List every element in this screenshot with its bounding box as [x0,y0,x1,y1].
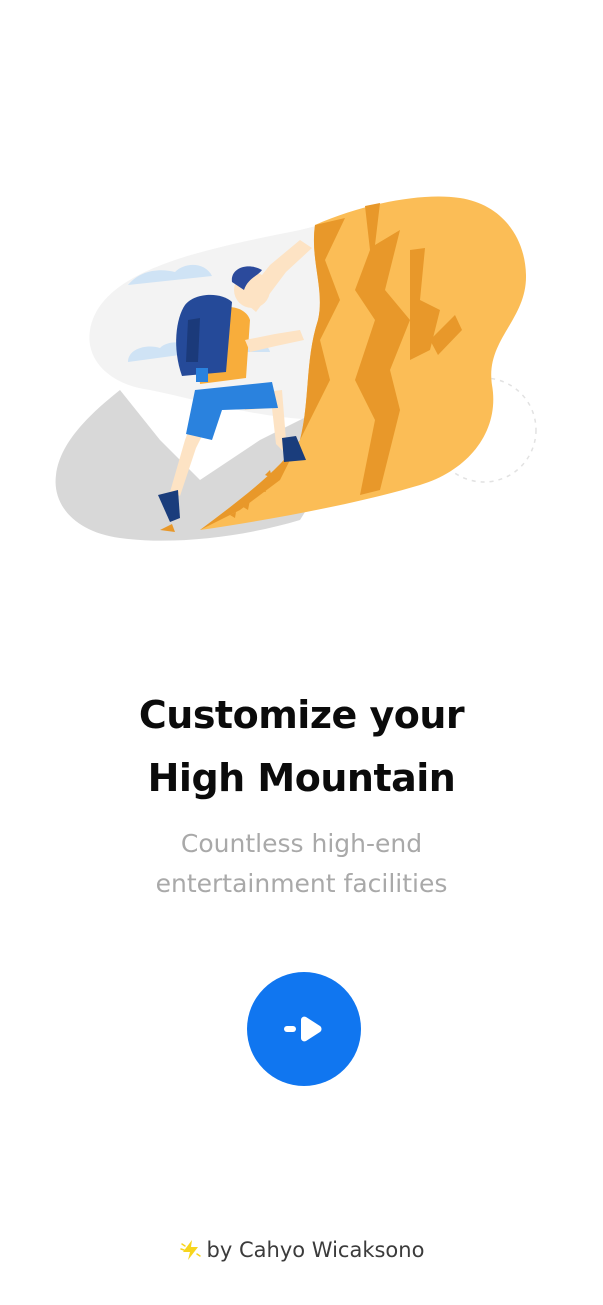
subtitle-line-2: entertainment facilities [155,869,448,898]
footer-credit: by Cahyo Wicaksono [0,1238,603,1262]
credit-text: by Cahyo Wicaksono [206,1238,425,1262]
lightning-icon [179,1240,201,1260]
page-title: Customize your High Mountain [0,684,603,810]
next-button[interactable] [247,972,361,1086]
arrow-right-icon [284,1016,322,1042]
mountain-climber-illustration [55,196,537,541]
page-subtitle: Countless high-end entertainment facilit… [0,824,603,904]
title-line-1: Customize your [138,693,465,737]
title-line-2: High Mountain [147,756,456,800]
subtitle-line-1: Countless high-end [180,829,423,858]
